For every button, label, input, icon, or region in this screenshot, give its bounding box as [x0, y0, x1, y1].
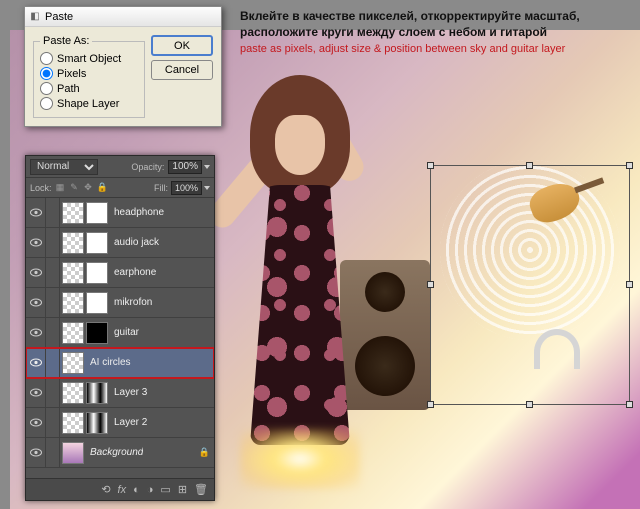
dialog-app-icon: ◧ [29, 11, 41, 23]
layer-name[interactable]: audio jack [110, 237, 159, 248]
fill-label: Fill: [154, 183, 168, 193]
fx-icon[interactable]: fx [118, 484, 127, 496]
group-icon[interactable]: ▭ [160, 483, 170, 496]
lock-all-icon[interactable]: 🔒 [97, 182, 108, 193]
layer-row[interactable]: Layer 3 [26, 378, 214, 408]
layer-thumb[interactable] [62, 442, 84, 464]
lock-label: Lock: [30, 183, 52, 193]
layer-name[interactable]: Layer 2 [110, 417, 147, 428]
label-path: Path [57, 83, 80, 95]
new-layer-icon[interactable]: ⊞ [178, 483, 187, 496]
layer-name[interactable]: AI circles [86, 357, 131, 368]
paste-as-group: Paste As: Smart Object Pixels Path Shape… [33, 35, 145, 118]
layer-name[interactable]: headphone [110, 207, 164, 218]
layer-row-selected[interactable]: AI circles [26, 348, 214, 378]
layer-name[interactable]: earphone [110, 267, 156, 278]
link-layers-icon[interactable]: ⟲ [101, 483, 110, 496]
opacity-field[interactable]: 100% [168, 160, 210, 174]
dialog-title: Paste [45, 11, 73, 23]
visibility-toggle[interactable] [26, 258, 46, 287]
lock-icon: 🔒 [199, 447, 210, 458]
chevron-down-icon[interactable] [204, 186, 210, 190]
visibility-toggle[interactable] [26, 318, 46, 347]
opacity-label: Opacity: [131, 162, 164, 172]
mask-thumb[interactable] [86, 292, 108, 314]
mask-thumb[interactable] [86, 382, 108, 404]
option-path[interactable]: Path [40, 81, 138, 96]
label-shape-layer: Shape Layer [57, 98, 119, 110]
blend-mode-select[interactable]: Normal [30, 159, 98, 175]
model-graphic [220, 75, 380, 495]
ok-button[interactable]: OK [151, 35, 213, 56]
layer-thumb[interactable] [62, 352, 84, 374]
layer-row[interactable]: audio jack [26, 228, 214, 258]
layer-thumb[interactable] [62, 322, 84, 344]
panel-footer: ⟲ fx ◐ ◑ ▭ ⊞ 🗑 [26, 478, 214, 500]
chevron-down-icon[interactable] [204, 165, 210, 169]
layer-row[interactable]: headphone [26, 198, 214, 228]
mask-thumb[interactable] [86, 202, 108, 224]
layer-row[interactable]: Layer 2 [26, 408, 214, 438]
trash-icon[interactable]: 🗑 [194, 483, 208, 496]
visibility-toggle[interactable] [26, 288, 46, 317]
visibility-toggle[interactable] [26, 438, 46, 467]
lock-buttons[interactable]: ▦ ✎ ✥ 🔒 [55, 182, 108, 193]
instruction-en: paste as pixels, adjust size & position … [240, 42, 630, 57]
radio-smart-object[interactable] [40, 52, 53, 65]
layer-thumb[interactable] [62, 412, 84, 434]
instruction-ru: Вклейте в качестве пикселей, откорректир… [240, 8, 630, 40]
layer-name[interactable]: guitar [110, 327, 139, 338]
cancel-button[interactable]: Cancel [151, 60, 213, 80]
layer-thumb[interactable] [62, 262, 84, 284]
instruction-text: Вклейте в качестве пикселей, откорректир… [240, 8, 630, 57]
layer-thumb[interactable] [62, 382, 84, 404]
mask-thumb[interactable] [86, 232, 108, 254]
label-smart-object: Smart Object [57, 53, 121, 65]
visibility-toggle[interactable] [26, 408, 46, 437]
layer-row[interactable]: mikrofon [26, 288, 214, 318]
radio-pixels[interactable] [40, 67, 53, 80]
mask-icon[interactable]: ◐ [133, 484, 140, 496]
layers-panel: Normal Opacity: 100% Lock: ▦ ✎ ✥ 🔒 Fill:… [25, 155, 215, 501]
adjustment-icon[interactable]: ◑ [147, 484, 154, 496]
lock-transparency-icon[interactable]: ▦ [55, 182, 66, 193]
opacity-value[interactable]: 100% [168, 160, 202, 174]
layer-row[interactable]: earphone [26, 258, 214, 288]
layer-thumb[interactable] [62, 232, 84, 254]
fill-value[interactable]: 100% [171, 181, 202, 195]
fill-field[interactable]: 100% [171, 181, 210, 195]
layer-name[interactable]: Background [86, 447, 143, 458]
layer-name[interactable]: mikrofon [110, 297, 152, 308]
layer-thumb[interactable] [62, 202, 84, 224]
label-pixels: Pixels [57, 68, 86, 80]
layer-row-background[interactable]: Background 🔒 [26, 438, 214, 468]
visibility-toggle[interactable] [26, 348, 46, 377]
mask-thumb[interactable] [86, 322, 108, 344]
layer-row[interactable]: guitar [26, 318, 214, 348]
free-transform-bounds[interactable] [430, 165, 630, 405]
layer-list: headphone audio jack earphone mikrofon g… [26, 198, 214, 468]
dialog-titlebar[interactable]: ◧ Paste [25, 7, 221, 27]
lock-position-icon[interactable]: ✥ [83, 182, 94, 193]
paste-as-legend: Paste As: [40, 35, 92, 47]
radio-shape-layer[interactable] [40, 97, 53, 110]
option-smart-object[interactable]: Smart Object [40, 51, 138, 66]
lock-pixels-icon[interactable]: ✎ [69, 182, 80, 193]
paste-dialog: ◧ Paste Paste As: Smart Object Pixels Pa… [24, 6, 222, 127]
visibility-toggle[interactable] [26, 378, 46, 407]
visibility-toggle[interactable] [26, 198, 46, 227]
layer-thumb[interactable] [62, 292, 84, 314]
option-pixels[interactable]: Pixels [40, 66, 138, 81]
option-shape-layer[interactable]: Shape Layer [40, 96, 138, 111]
visibility-toggle[interactable] [26, 228, 46, 257]
mask-thumb[interactable] [86, 262, 108, 284]
radio-path[interactable] [40, 82, 53, 95]
mask-thumb[interactable] [86, 412, 108, 434]
layer-name[interactable]: Layer 3 [110, 387, 147, 398]
